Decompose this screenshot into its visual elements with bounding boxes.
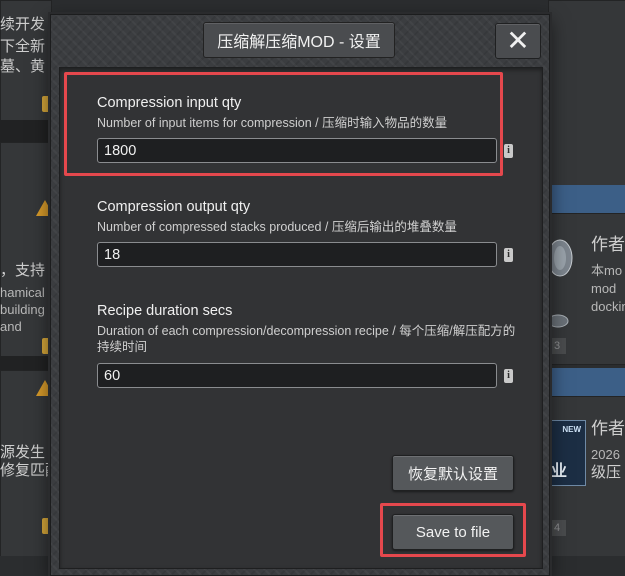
bg-text: ，支持 <box>0 262 46 279</box>
info-icon[interactable]: i <box>504 144 513 158</box>
setting-name: Recipe duration secs <box>97 303 233 319</box>
bg-header-bar <box>548 368 625 396</box>
save-to-file-button[interactable]: Save to file <box>392 514 514 550</box>
bg-text: 墓、黄 <box>0 58 46 75</box>
bg-text: 级压 <box>591 464 622 481</box>
bg-text: 续开发 <box>0 16 46 33</box>
close-button[interactable]: ✕ <box>495 23 541 59</box>
setting-compression-input-qty: Compression input qty Number of input it… <box>97 94 517 131</box>
setting-description: Duration of each compression/decompressi… <box>97 324 516 354</box>
setting-description: Number of compressed stacks produced / 压… <box>97 220 457 234</box>
settings-dialog: 压缩解压缩MOD - 设置 ✕ Compression input qty Nu… <box>50 14 550 576</box>
thumbnail-text: 业 <box>551 463 568 480</box>
info-icon[interactable]: i <box>504 248 513 262</box>
setting-name: Compression output qty <box>97 199 251 215</box>
bg-text: 作者 <box>591 419 625 438</box>
setting-compression-output-qty: Compression output qty Number of compres… <box>97 198 517 235</box>
close-icon: ✕ <box>506 25 530 56</box>
compression-output-qty-field[interactable] <box>97 242 497 267</box>
ship-thumbnail-icon <box>548 314 569 328</box>
dialog-title: 压缩解压缩MOD - 设置 <box>203 22 395 58</box>
bg-divider <box>0 120 50 142</box>
setting-name: Compression input qty <box>97 95 242 111</box>
bg-text: 本mo <box>591 263 623 278</box>
bg-text: 下全新 <box>0 38 46 55</box>
bg-text: 作者 <box>591 235 625 254</box>
bg-divider <box>0 356 50 370</box>
bg-text: mod <box>591 281 617 296</box>
bg-mod-card <box>548 0 625 187</box>
new-badge: NEW <box>562 425 581 434</box>
bg-text: 2026 <box>591 447 620 462</box>
ship-thumbnail-icon <box>548 239 573 277</box>
bg-text: building <box>0 302 45 317</box>
info-icon[interactable]: i <box>504 369 513 383</box>
settings-panel: Compression input qty Number of input it… <box>59 67 543 569</box>
setting-description: Number of input items for compression / … <box>97 116 448 130</box>
bg-text: hamical <box>0 285 45 300</box>
setting-recipe-duration-secs: Recipe duration secs Duration of each co… <box>97 302 517 355</box>
recipe-duration-secs-field[interactable] <box>97 363 497 388</box>
bg-count-tag: 4 <box>548 520 566 536</box>
bg-header-bar <box>548 185 625 213</box>
bg-count-tag: 3 <box>548 338 566 354</box>
bg-text: 源发生 <box>0 444 46 461</box>
reset-defaults-button[interactable]: 恢复默认设置 <box>392 455 514 491</box>
bg-text: dockin <box>591 299 625 314</box>
mod-thumbnail: NEW 业 <box>548 420 586 486</box>
bg-text: and <box>0 319 22 334</box>
compression-input-qty-field[interactable] <box>97 138 497 163</box>
